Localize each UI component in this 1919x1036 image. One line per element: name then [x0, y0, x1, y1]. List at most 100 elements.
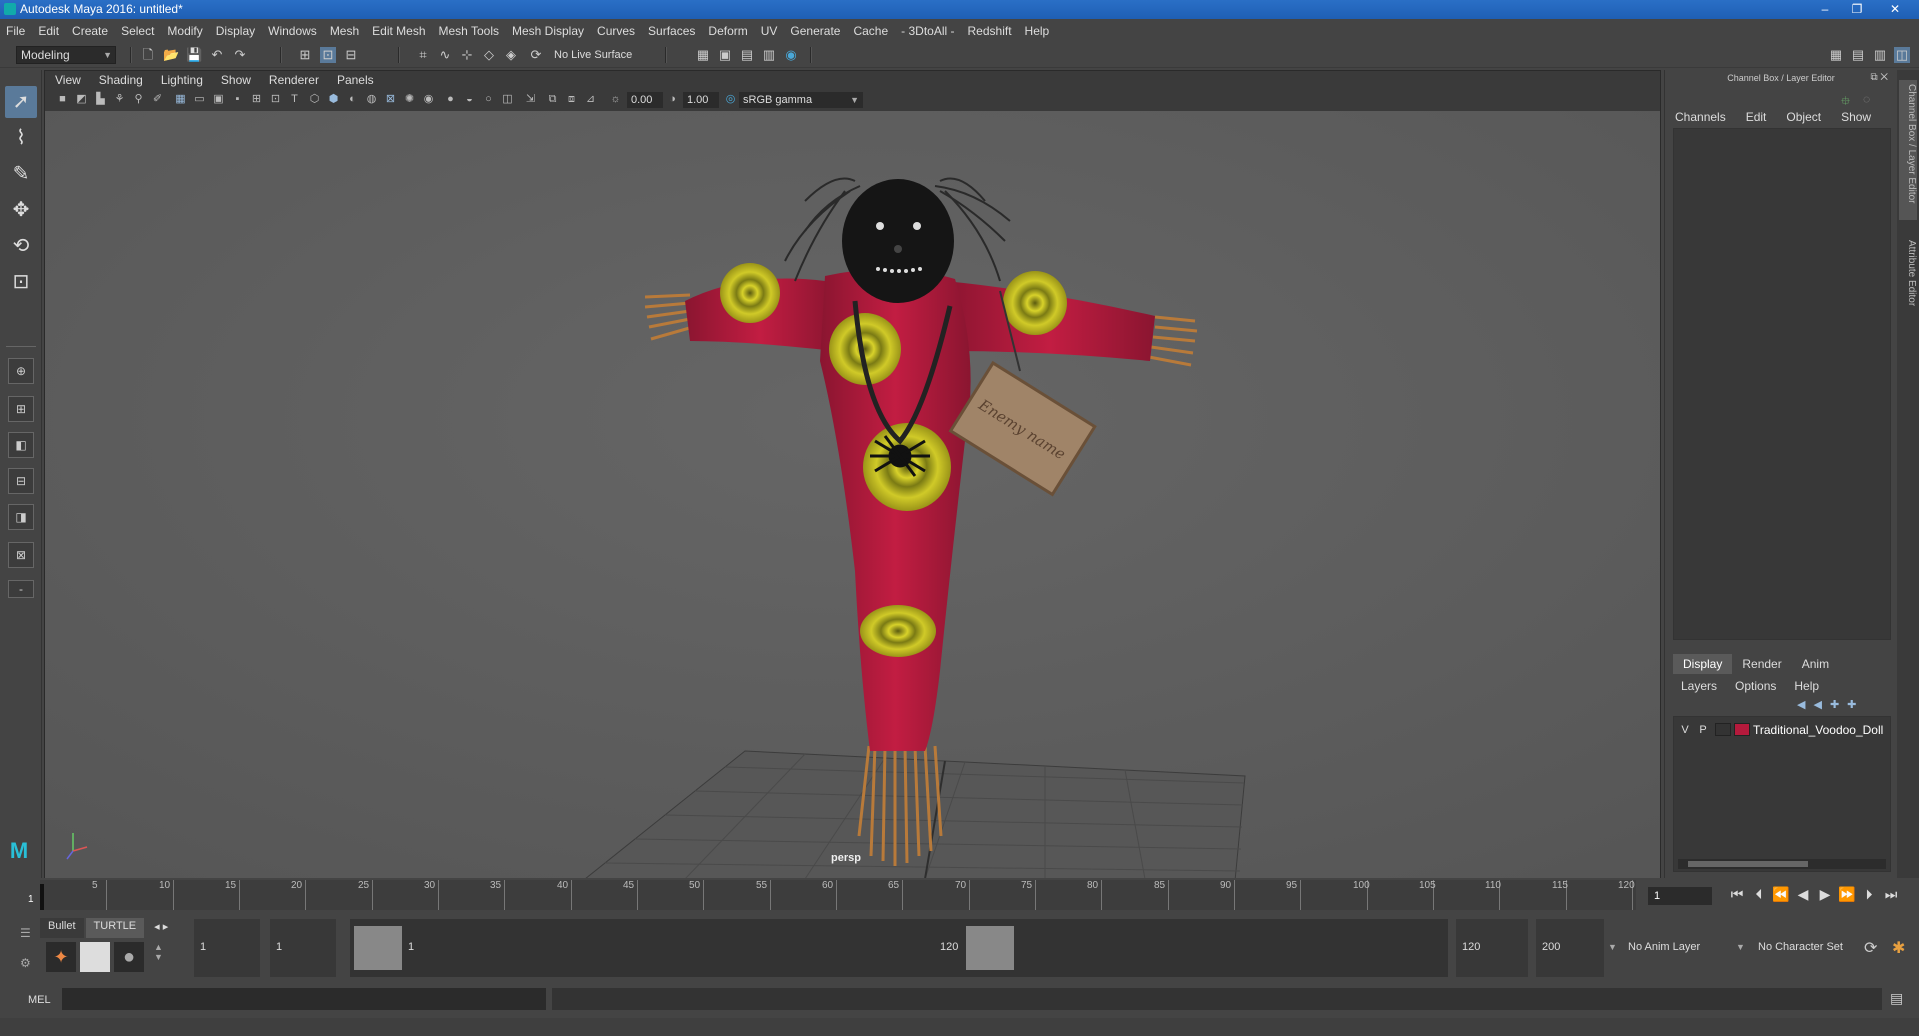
- new-layer-selected-icon[interactable]: ✚: [1847, 698, 1856, 711]
- menu-set-dropdown[interactable]: Modeling ▼: [16, 46, 116, 64]
- two-d-pan-zoom-icon[interactable]: ⚲: [131, 92, 146, 107]
- scrollbar-thumb[interactable]: [1688, 861, 1808, 867]
- menu-mesh[interactable]: Mesh: [330, 24, 359, 38]
- tool-settings-toggle-icon[interactable]: ▥: [1872, 47, 1888, 63]
- shadows-icon[interactable]: ◉: [421, 92, 436, 107]
- use-all-lights-icon[interactable]: ✺: [402, 92, 417, 107]
- current-time-marker[interactable]: [40, 884, 44, 910]
- smooth-shade-icon[interactable]: ⬢: [326, 92, 341, 107]
- exposure-field[interactable]: 0.00: [627, 92, 663, 108]
- step-forward-key-icon[interactable]: ⏩: [1838, 885, 1856, 903]
- shelf-bake-icon[interactable]: [80, 942, 110, 972]
- layer-name[interactable]: Traditional_Voodoo_Doll: [1753, 723, 1883, 737]
- image-plane-icon[interactable]: ⚘: [112, 92, 127, 107]
- tab-channel-box-layer-editor[interactable]: Channel Box / Layer Editor: [1899, 80, 1917, 220]
- shelf-menu-icon[interactable]: ☰: [20, 926, 31, 940]
- viewport-menu-show[interactable]: Show: [221, 73, 251, 87]
- redo-icon[interactable]: ↷: [232, 47, 248, 63]
- modeling-toolkit-icon[interactable]: ▦: [1828, 47, 1844, 63]
- persp-graph-hypershade-layout-icon[interactable]: ⊠: [8, 542, 34, 568]
- layers-menu[interactable]: Layers: [1681, 679, 1717, 693]
- show-menu[interactable]: Show: [1841, 110, 1871, 124]
- tab-attribute-editor[interactable]: Attribute Editor: [1899, 240, 1917, 340]
- tab-display[interactable]: Display: [1673, 654, 1733, 674]
- playback-range-slider[interactable]: 1 120: [350, 919, 1448, 977]
- render-current-icon[interactable]: ▣: [717, 47, 733, 63]
- viewport-menu-renderer[interactable]: Renderer: [269, 73, 319, 87]
- viewport-menu-shading[interactable]: Shading: [99, 73, 143, 87]
- camera-attributes-icon[interactable]: ◩: [74, 92, 89, 107]
- render-settings-icon[interactable]: ▥: [761, 47, 777, 63]
- menu-uv[interactable]: UV: [761, 24, 778, 38]
- menu-edit[interactable]: Edit: [38, 24, 59, 38]
- exposure-icon[interactable]: ☼: [608, 92, 623, 107]
- snap-point-icon[interactable]: ⊹: [459, 47, 475, 63]
- channels-menu[interactable]: Channels: [1675, 110, 1726, 124]
- multisample-aa-icon[interactable]: ○: [481, 92, 496, 107]
- depth-of-field-icon[interactable]: ◫: [500, 92, 515, 107]
- grid-icon[interactable]: ▦: [173, 92, 188, 107]
- single-perspective-layout-icon[interactable]: ⊕: [8, 358, 34, 384]
- color-management-icon[interactable]: ◎: [723, 92, 738, 107]
- channel-box-area[interactable]: [1673, 128, 1891, 640]
- menu-mesh-tools[interactable]: Mesh Tools: [439, 24, 499, 38]
- snap-view-plane-icon[interactable]: ◇: [481, 47, 497, 63]
- isolate-select-icon[interactable]: ⇲: [523, 92, 538, 107]
- step-forward-icon[interactable]: ⏵: [1860, 885, 1878, 903]
- menu-windows[interactable]: Windows: [268, 24, 317, 38]
- layer-display-type[interactable]: [1715, 723, 1731, 736]
- paint-select-tool-icon[interactable]: ✎: [5, 158, 37, 190]
- menu-3dtoall[interactable]: - 3DtoAll -: [901, 24, 954, 38]
- shelf-tab-bullet[interactable]: Bullet: [40, 918, 84, 938]
- channel-box-toggle-icon[interactable]: ◫: [1894, 47, 1910, 63]
- playback-end-field[interactable]: 120: [1456, 919, 1528, 977]
- scale-tool-icon[interactable]: ⊡: [5, 266, 37, 298]
- shape-icon[interactable]: ◌: [1863, 92, 1870, 106]
- close-button[interactable]: ✕: [1880, 0, 1910, 19]
- shelf-scroll-arrows-icon[interactable]: ▲ ▼: [154, 942, 163, 962]
- attribute-editor-toggle-icon[interactable]: ▤: [1850, 47, 1866, 63]
- screen-space-ao-icon[interactable]: ●: [443, 92, 458, 107]
- maximize-button[interactable]: ❐: [1846, 0, 1868, 19]
- snap-grid-icon[interactable]: ⌗: [415, 47, 431, 63]
- xray-icon[interactable]: ⧉: [545, 92, 560, 107]
- mel-label[interactable]: MEL: [28, 994, 51, 1006]
- object-menu[interactable]: Object: [1786, 110, 1821, 124]
- shelf-settings-icon[interactable]: ⚙: [20, 956, 31, 970]
- xray-components-icon[interactable]: ⊿: [583, 92, 598, 107]
- select-tool-icon[interactable]: ➚: [5, 86, 37, 118]
- viewport-menu-panels[interactable]: Panels: [337, 73, 374, 87]
- shelf-tab-turtle[interactable]: TURTLE: [85, 918, 145, 938]
- safe-title-icon[interactable]: T: [287, 92, 302, 107]
- menu-redshift[interactable]: Redshift: [968, 24, 1012, 38]
- camera-select-icon[interactable]: ■: [55, 92, 70, 107]
- layer-hscrollbar[interactable]: [1678, 859, 1886, 869]
- motion-blur-icon[interactable]: ◒: [462, 92, 477, 107]
- menu-select[interactable]: Select: [121, 24, 154, 38]
- panel-float-close-icon[interactable]: ⧉ ✕: [1870, 72, 1888, 83]
- move-tool-icon[interactable]: ✥: [5, 194, 37, 226]
- lasso-tool-icon[interactable]: ⌇: [5, 122, 37, 154]
- range-end-handle[interactable]: [966, 926, 1014, 970]
- menu-create[interactable]: Create: [72, 24, 108, 38]
- chevron-down-icon[interactable]: ▼: [1736, 942, 1745, 952]
- wireframe-icon[interactable]: ⬡: [307, 92, 322, 107]
- bookmark-icon[interactable]: ▙: [93, 92, 108, 107]
- new-scene-icon[interactable]: 🗋: [140, 47, 156, 63]
- tab-render[interactable]: Render: [1732, 654, 1791, 674]
- character-set-field[interactable]: No Character Set: [1752, 919, 1862, 977]
- menu-modify[interactable]: Modify: [167, 24, 202, 38]
- gate-mask-icon[interactable]: ▪: [230, 92, 245, 107]
- resolution-gate-icon[interactable]: ▣: [211, 92, 226, 107]
- custom-layout-icon[interactable]: -: [8, 580, 34, 598]
- ipr-render-icon[interactable]: ▤: [739, 47, 755, 63]
- menu-help[interactable]: Help: [1025, 24, 1050, 38]
- move-layer-up-icon[interactable]: ◀: [1797, 698, 1805, 711]
- menu-curves[interactable]: Curves: [597, 24, 635, 38]
- open-scene-icon[interactable]: 📂: [163, 47, 179, 63]
- layer-color-swatch[interactable]: [1734, 723, 1750, 736]
- viewport-menu-view[interactable]: View: [55, 73, 81, 87]
- select-object-icon[interactable]: ⊡: [320, 47, 336, 63]
- play-forward-icon[interactable]: ▶: [1816, 885, 1834, 903]
- auto-key-icon[interactable]: ⟳: [1864, 938, 1877, 958]
